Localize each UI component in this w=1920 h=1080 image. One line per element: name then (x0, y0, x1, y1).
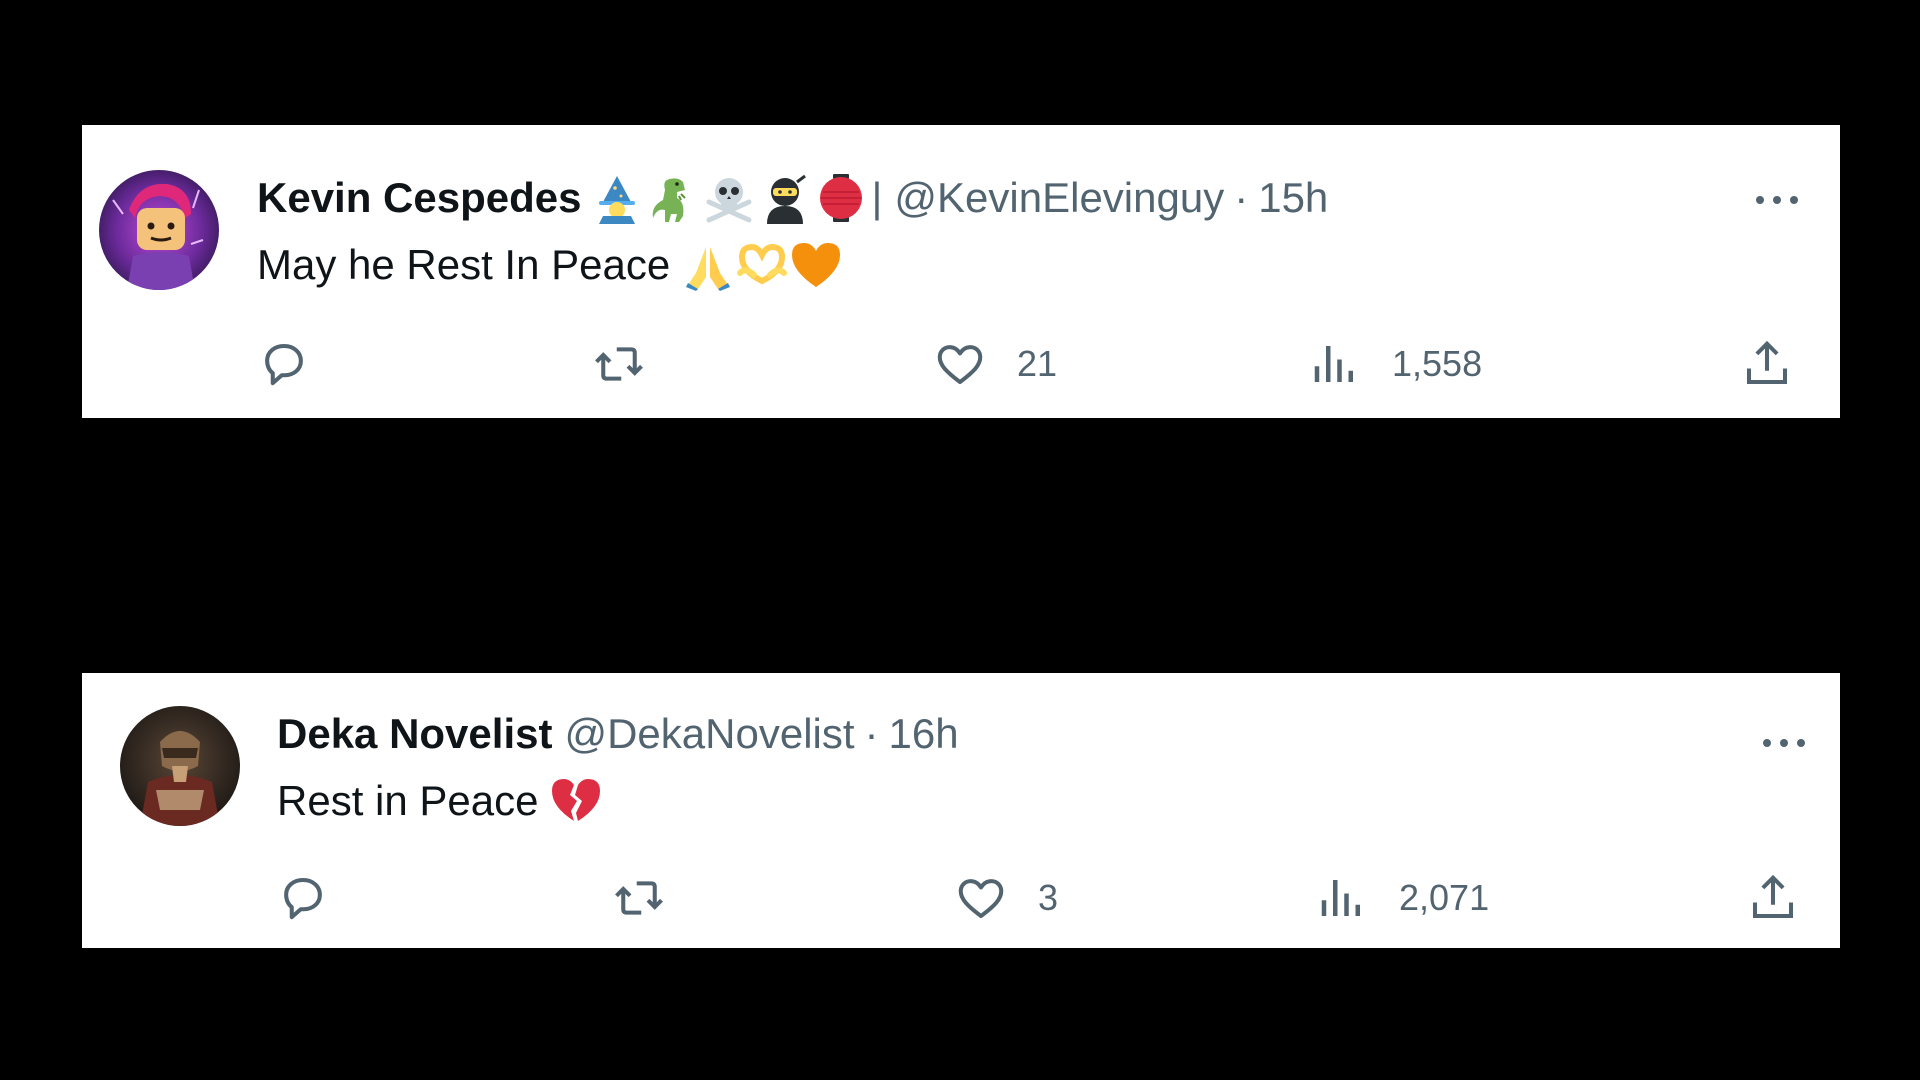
share-button[interactable] (1740, 337, 1794, 391)
like-button[interactable]: 21 (933, 337, 1057, 391)
display-name[interactable]: Deka Novelist (277, 708, 552, 760)
more-options-button[interactable] (1749, 180, 1805, 220)
timestamp[interactable]: 16h (889, 708, 959, 760)
tweet-text-content: May he Rest In Peace (257, 241, 671, 288)
skull-crossbones-emoji (703, 172, 755, 224)
text-emojis (682, 239, 842, 291)
retweet-icon (595, 347, 643, 381)
tweet-text: Rest in Peace (277, 775, 602, 827)
avatar[interactable] (99, 170, 219, 290)
more-icon (1756, 196, 1798, 204)
mage-emoji (591, 172, 643, 224)
tweet-text: May he Rest In Peace (257, 239, 842, 291)
retweet-button[interactable] (592, 337, 646, 391)
name-emojis (591, 172, 867, 224)
reply-icon (284, 877, 322, 920)
broken-heart-emoji (550, 775, 602, 827)
retweet-icon (615, 881, 663, 915)
reply-button[interactable] (276, 871, 330, 925)
heart-icon (937, 345, 983, 385)
tweet-card[interactable]: Deka Novelist @DekaNovelist · 16h Rest i… (82, 673, 1840, 948)
view-count: 2,071 (1399, 877, 1490, 918)
share-icon (1746, 340, 1788, 385)
avatar[interactable] (120, 706, 240, 826)
share-button[interactable] (1746, 871, 1800, 925)
timestamp[interactable]: 15h (1258, 172, 1328, 224)
ninja-emoji (759, 172, 811, 224)
views-button[interactable]: 2,071 (1315, 871, 1489, 925)
reply-button[interactable] (257, 337, 311, 391)
retweet-button[interactable] (612, 871, 666, 925)
orange-heart-emoji (790, 239, 842, 291)
tweet-text-content: Rest in Peace (277, 777, 539, 824)
dot-separator: · (1234, 174, 1249, 221)
tweet-header: Kevin Cespedes | @KevinElevinguy · 15h (257, 172, 1328, 224)
views-button[interactable]: 1,558 (1308, 337, 1482, 391)
like-count: 21 (1017, 343, 1058, 384)
t-rex-emoji (647, 172, 699, 224)
user-handle[interactable]: @KevinElevinguy (894, 172, 1224, 224)
text-emojis (550, 775, 602, 827)
share-icon (1752, 874, 1794, 919)
view-count: 1,558 (1392, 343, 1483, 384)
reply-icon (265, 343, 303, 386)
name-separator: | (871, 174, 883, 221)
user-handle[interactable]: @DekaNovelist (564, 708, 854, 760)
like-button[interactable]: 3 (954, 871, 1058, 925)
red-lantern-emoji (815, 172, 867, 224)
dot-separator: · (864, 710, 879, 757)
more-icon (1763, 739, 1805, 747)
display-name[interactable]: Kevin Cespedes (257, 172, 581, 224)
tweet-header: Deka Novelist @DekaNovelist · 16h (277, 708, 959, 760)
heart-hands-emoji (736, 239, 788, 291)
more-options-button[interactable] (1756, 723, 1812, 763)
like-count: 3 (1038, 877, 1059, 918)
folded-hands-emoji (682, 239, 734, 291)
heart-icon (958, 879, 1004, 919)
tweet-card[interactable]: Kevin Cespedes | @KevinElevinguy · 15h M… (82, 125, 1840, 418)
views-icon (1321, 880, 1360, 916)
views-icon (1314, 346, 1353, 382)
